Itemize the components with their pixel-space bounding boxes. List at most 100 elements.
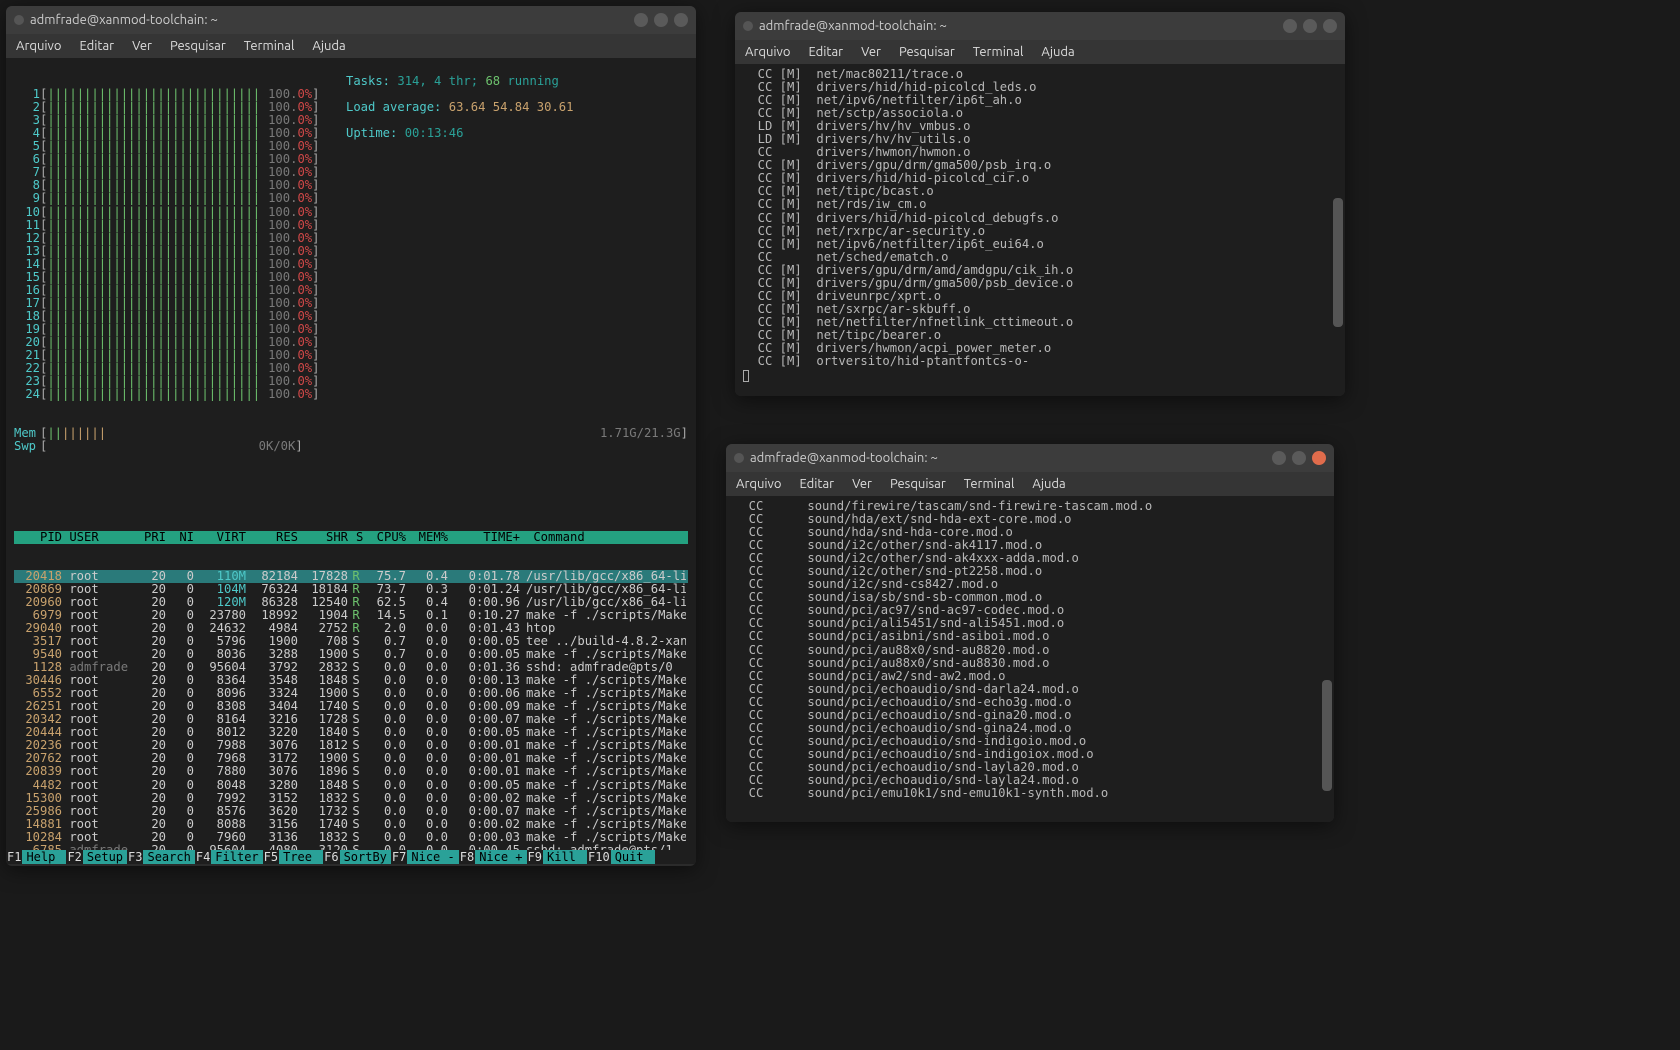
process-row[interactable]: 9540 root200803632881900S0.70.00:00.05ma… xyxy=(14,648,688,661)
scrollbar[interactable] xyxy=(1333,68,1343,390)
fkey-f7[interactable]: F7Nice - xyxy=(391,850,459,864)
process-row[interactable]: 6552 root200809633241900S0.00.00:00.06ma… xyxy=(14,687,688,700)
terminal-body[interactable]: CC [M] net/mac80211/trace.o CC [M] drive… xyxy=(735,64,1345,396)
maximize-button[interactable] xyxy=(1292,451,1306,465)
process-table-header[interactable]: PID USER PRI NI VIRT RES SHR S CPU% MEM%… xyxy=(14,531,688,544)
process-row[interactable]: 20236 root200798830761812S0.00.00:00.01m… xyxy=(14,739,688,752)
menu-item[interactable]: Ver xyxy=(861,45,881,59)
close-button[interactable] xyxy=(1323,19,1337,33)
titlebar[interactable]: admfrade@xanmod-toolchain: ~ xyxy=(6,6,696,34)
menu-item[interactable]: Terminal xyxy=(964,477,1015,491)
process-row[interactable]: 14881 root200808831561740S0.00.00:00.02m… xyxy=(14,818,688,831)
process-row[interactable]: 3517 root20057961900708S0.70.00:00.05tee… xyxy=(14,635,688,648)
cpu-bar: 15 [|||||||||||||||||||||||||||||100.0%] xyxy=(14,271,688,284)
menu-item[interactable]: Ajuda xyxy=(1032,477,1065,491)
process-row[interactable]: 4482 root200804832801848S0.00.00:00.05ma… xyxy=(14,779,688,792)
fkey-f5[interactable]: F5Tree xyxy=(263,850,323,864)
column-header[interactable]: RES xyxy=(246,531,298,544)
fkey-f9[interactable]: F9Kill xyxy=(527,850,587,864)
process-row[interactable]: 20839 root200788030761896S0.00.00:00.01m… xyxy=(14,765,688,778)
column-header[interactable]: VIRT xyxy=(194,531,246,544)
menu-item[interactable]: Ajuda xyxy=(312,39,345,53)
fkey-f4[interactable]: F4Filter xyxy=(195,850,263,864)
process-row[interactable]: 30446 root200836435481848S0.00.00:00.13m… xyxy=(14,674,688,687)
menu-item[interactable]: Ajuda xyxy=(1041,45,1074,59)
fkey-f2[interactable]: F2Setup xyxy=(66,850,127,864)
process-row[interactable]: 20869 root200104M7632418184R73.70.30:01.… xyxy=(14,583,688,596)
process-row[interactable]: 26251 root200830834041740S0.00.00:00.09m… xyxy=(14,700,688,713)
scrollbar-thumb[interactable] xyxy=(1333,198,1343,327)
window-title: admfrade@xanmod-toolchain: ~ xyxy=(750,451,1266,465)
column-header[interactable]: USER xyxy=(62,531,136,544)
menu-item[interactable]: Editar xyxy=(808,45,843,59)
process-row[interactable]: 25986 root200857636201732S0.00.00:00.07m… xyxy=(14,805,688,818)
cpu-bar: 11 [|||||||||||||||||||||||||||||100.0%] xyxy=(14,219,688,232)
process-row[interactable]: 6979 root20023780189921904R14.50.10:10.2… xyxy=(14,609,688,622)
process-row[interactable]: 6785 admfrade2009560440803120S0.00.00:00… xyxy=(14,844,688,850)
cpu-bar: 10 [|||||||||||||||||||||||||||||100.0%] xyxy=(14,206,688,219)
swp-bar: Swp[0K/0K] xyxy=(14,440,688,453)
process-table[interactable]: 20418 root200110M8218417828R75.70.40:01.… xyxy=(14,570,688,850)
terminal-body[interactable]: 1 [|||||||||||||||||||||||||||||100.0%]2… xyxy=(6,58,696,850)
cpu-bar: 17 [|||||||||||||||||||||||||||||100.0%] xyxy=(14,297,688,310)
scrollbar-thumb[interactable] xyxy=(1322,680,1332,791)
column-header[interactable]: CPU% xyxy=(364,531,406,544)
fkey-f1[interactable]: F1Help xyxy=(6,850,66,864)
menu-item[interactable]: Terminal xyxy=(973,45,1024,59)
column-header[interactable]: PRI xyxy=(136,531,166,544)
menu-item[interactable]: Editar xyxy=(79,39,114,53)
process-row[interactable]: 1128 admfrade2009560437922832S0.00.00:01… xyxy=(14,661,688,674)
window-title: admfrade@xanmod-toolchain: ~ xyxy=(30,13,628,27)
menu-item[interactable]: Terminal xyxy=(244,39,295,53)
minimize-button[interactable] xyxy=(634,13,648,27)
terminal-body[interactable]: CC sound/firewire/tascam/snd-firewire-ta… xyxy=(726,496,1334,822)
minimize-button[interactable] xyxy=(1272,451,1286,465)
column-header[interactable]: S xyxy=(348,531,364,544)
process-row[interactable]: 20960 root200120M8632812540R62.50.40:00.… xyxy=(14,596,688,609)
cpu-bar: 13 [|||||||||||||||||||||||||||||100.0%] xyxy=(14,245,688,258)
fkey-bar[interactable]: F1HelpF2SetupF3SearchF4FilterF5TreeF6Sor… xyxy=(6,850,696,864)
fkey-f3[interactable]: F3Search xyxy=(127,850,195,864)
app-icon xyxy=(734,453,744,463)
close-button[interactable] xyxy=(1312,451,1326,465)
process-row[interactable]: 20444 root200801232201840S0.00.00:00.05m… xyxy=(14,726,688,739)
maximize-button[interactable] xyxy=(1303,19,1317,33)
process-row[interactable]: 20342 root200816432161728S0.00.00:00.07m… xyxy=(14,713,688,726)
column-header[interactable]: Command xyxy=(520,531,686,544)
column-header[interactable]: TIME+ xyxy=(448,531,520,544)
menu-item[interactable]: Ver xyxy=(132,39,152,53)
process-row[interactable]: 15300 root200799231521832S0.00.00:00.02m… xyxy=(14,792,688,805)
cpu-bar: 9 [|||||||||||||||||||||||||||||100.0%] xyxy=(14,192,688,205)
menubar: Arquivo Editar Ver Pesquisar Terminal Ajuda xyxy=(726,472,1334,496)
scrollbar[interactable] xyxy=(1322,500,1332,816)
menu-item[interactable]: Pesquisar xyxy=(170,39,226,53)
column-header[interactable]: PID xyxy=(16,531,62,544)
menu-item[interactable]: Arquivo xyxy=(16,39,61,53)
minimize-button[interactable] xyxy=(1283,19,1297,33)
window-title: admfrade@xanmod-toolchain: ~ xyxy=(759,19,1277,33)
column-header[interactable]: SHR xyxy=(298,531,348,544)
menu-item[interactable]: Arquivo xyxy=(745,45,790,59)
build-terminal-2: admfrade@xanmod-toolchain: ~ Arquivo Edit… xyxy=(726,444,1334,822)
process-row[interactable]: 29040 root2002463249842752R2.00.00:01.43… xyxy=(14,622,688,635)
process-row[interactable]: 20762 root200796831721900S0.00.00:00.01m… xyxy=(14,752,688,765)
menu-item[interactable]: Pesquisar xyxy=(899,45,955,59)
menu-item[interactable]: Ver xyxy=(852,477,872,491)
titlebar[interactable]: admfrade@xanmod-toolchain: ~ xyxy=(726,444,1334,472)
menu-item[interactable]: Pesquisar xyxy=(890,477,946,491)
process-row[interactable]: 10284 root200796031361832S0.00.00:00.03m… xyxy=(14,831,688,844)
fkey-f10[interactable]: F10Quit xyxy=(587,850,655,864)
menu-item[interactable]: Editar xyxy=(799,477,834,491)
htop-terminal: admfrade@xanmod-toolchain: ~ Arquivo Edit… xyxy=(6,6,696,866)
column-header[interactable]: MEM% xyxy=(406,531,448,544)
cpu-bar: 16 [|||||||||||||||||||||||||||||100.0%] xyxy=(14,284,688,297)
process-row[interactable]: 20418 root200110M8218417828R75.70.40:01.… xyxy=(14,570,688,583)
close-button[interactable] xyxy=(674,13,688,27)
menu-item[interactable]: Arquivo xyxy=(736,477,781,491)
fkey-f8[interactable]: F8Nice + xyxy=(459,850,527,864)
fkey-f6[interactable]: F6SortBy xyxy=(323,850,391,864)
column-header[interactable]: NI xyxy=(166,531,194,544)
maximize-button[interactable] xyxy=(654,13,668,27)
cpu-bar: 18 [|||||||||||||||||||||||||||||100.0%] xyxy=(14,310,688,323)
titlebar[interactable]: admfrade@xanmod-toolchain: ~ xyxy=(735,12,1345,40)
